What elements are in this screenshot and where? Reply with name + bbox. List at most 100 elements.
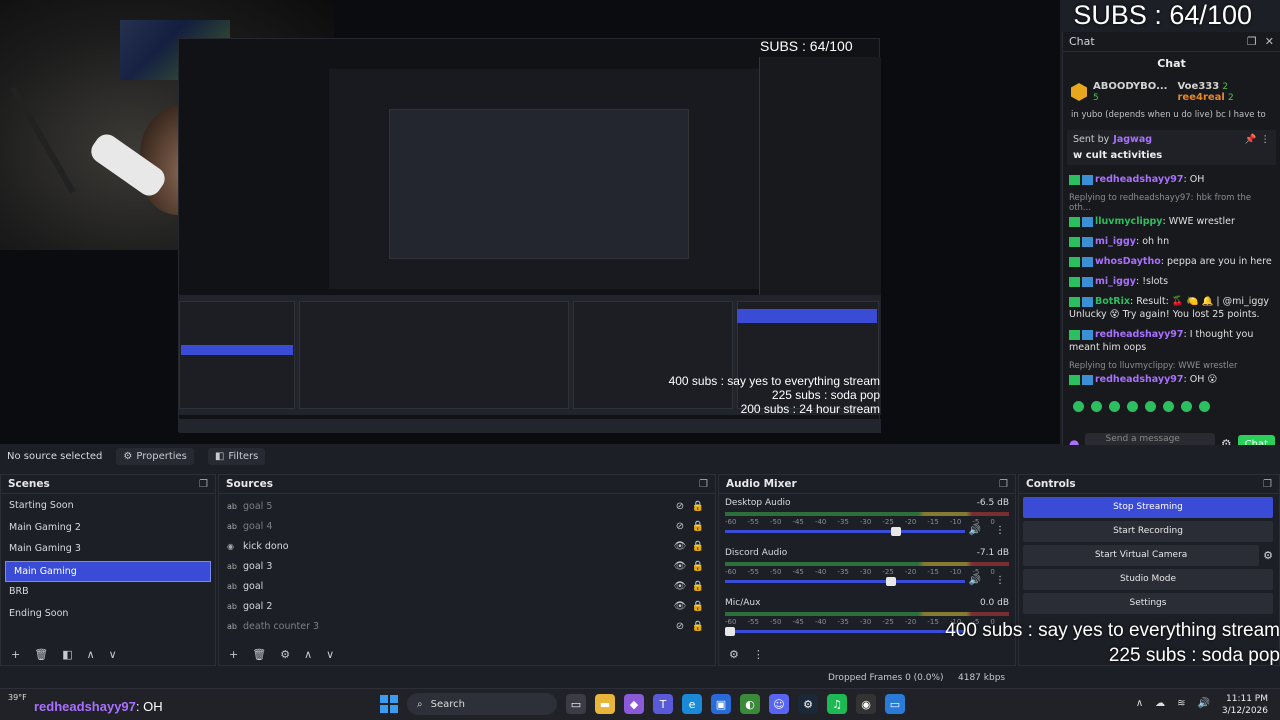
- taskbar-search[interactable]: ⌕ Search: [407, 693, 557, 715]
- scene-item[interactable]: Starting Soon: [1, 496, 215, 518]
- slider-knob[interactable]: [890, 527, 901, 536]
- teams-icon[interactable]: T: [653, 694, 673, 714]
- eye-icon[interactable]: 👁: [671, 561, 689, 572]
- store-icon[interactable]: ▣: [711, 694, 731, 714]
- eye-icon[interactable]: 👁: [671, 601, 689, 612]
- lock-icon[interactable]: 🔒: [689, 501, 707, 512]
- chat-username[interactable]: BotRix: [1095, 296, 1130, 307]
- steam-icon[interactable]: ⚙: [798, 694, 818, 714]
- source-item[interactable]: ab goal 4 ⊘ 🔒: [219, 516, 715, 536]
- emote[interactable]: [1181, 401, 1192, 412]
- copilot-icon[interactable]: ◆: [624, 694, 644, 714]
- chat-username[interactable]: lluvmyclippy: [1095, 216, 1163, 227]
- lock-icon[interactable]: 🔒: [689, 621, 707, 632]
- gear-icon[interactable]: ⚙: [1263, 549, 1273, 562]
- chat-username[interactable]: mi_iggy: [1095, 276, 1136, 287]
- more-icon[interactable]: ⋮: [995, 575, 1005, 586]
- trash-icon[interactable]: 🗑: [252, 648, 266, 661]
- gear-icon[interactable]: ⚙: [280, 648, 290, 661]
- volume-slider[interactable]: [725, 577, 965, 586]
- pinned-message[interactable]: Sent by Jagwag 📌 ⋮ w cult activities: [1067, 130, 1276, 165]
- windows-icon[interactable]: [380, 695, 398, 713]
- file-icon[interactable]: ▭: [566, 694, 586, 714]
- eye-hidden-icon[interactable]: ⊘: [671, 501, 689, 512]
- emote[interactable]: [1145, 401, 1156, 412]
- float-icon[interactable]: ❐: [699, 479, 708, 490]
- obs-icon[interactable]: ◉: [856, 694, 876, 714]
- lock-icon[interactable]: 🔒: [689, 601, 707, 612]
- speaker-icon[interactable]: 🔊: [969, 525, 981, 536]
- source-item[interactable]: ab goal 👁 🔒: [219, 576, 715, 596]
- settings-button[interactable]: Settings: [1023, 593, 1273, 614]
- start-virtual-camera-button[interactable]: Start Virtual Camera: [1023, 545, 1260, 566]
- app-icon[interactable]: ◐: [740, 694, 760, 714]
- properties-button[interactable]: ⚙ Properties: [116, 448, 194, 465]
- lock-icon[interactable]: 🔒: [689, 521, 707, 532]
- plus-icon[interactable]: +: [229, 648, 238, 661]
- folder-icon[interactable]: ▬: [595, 694, 615, 714]
- float-icon[interactable]: ❐: [1247, 35, 1257, 48]
- source-item[interactable]: ab goal 3 👁 🔒: [219, 556, 715, 576]
- weather-widget[interactable]: 39°F: [8, 693, 27, 702]
- chevron-up-icon[interactable]: ∧: [87, 648, 95, 661]
- cloud-icon[interactable]: ☁: [1155, 698, 1165, 709]
- chat-username[interactable]: mi_iggy: [1095, 236, 1136, 247]
- plus-icon[interactable]: +: [11, 648, 20, 661]
- scene-item[interactable]: BRB: [1, 582, 215, 604]
- chevron-up-icon[interactable]: ∧: [1136, 698, 1143, 709]
- leader-1[interactable]: ABOODYBO... 5: [1093, 81, 1167, 103]
- emote[interactable]: [1091, 401, 1102, 412]
- discord-icon[interactable]: ☺: [769, 694, 789, 714]
- emote[interactable]: [1127, 401, 1138, 412]
- spotify-icon[interactable]: ♫: [827, 694, 847, 714]
- filters-button[interactable]: ◧ Filters: [207, 448, 266, 465]
- gear-icon[interactable]: ⚙: [729, 648, 739, 661]
- eye-hidden-icon[interactable]: ⊘: [671, 621, 689, 632]
- lock-icon[interactable]: 🔒: [689, 541, 707, 552]
- pin-icon[interactable]: 📌: [1245, 134, 1257, 145]
- chevron-down-icon[interactable]: ∨: [109, 648, 117, 661]
- window-icon[interactable]: ▭: [885, 694, 905, 714]
- speaker-icon[interactable]: 🔊: [1198, 698, 1210, 709]
- studio-mode-button[interactable]: Studio Mode: [1023, 569, 1273, 590]
- source-item[interactable]: ab death counter 3 ⊘ 🔒: [219, 616, 715, 636]
- eye-icon[interactable]: 👁: [671, 541, 689, 552]
- chevron-up-icon[interactable]: ∧: [304, 648, 312, 661]
- slider-knob[interactable]: [725, 627, 735, 636]
- scene-item[interactable]: Main Gaming: [5, 560, 211, 582]
- filter-icon[interactable]: ◧: [62, 648, 72, 661]
- emote[interactable]: [1163, 401, 1174, 412]
- source-item[interactable]: ◉ kick dono 👁 🔒: [219, 536, 715, 556]
- eye-icon[interactable]: 👁: [671, 581, 689, 592]
- clock[interactable]: 11:11 PM 3/12/2026: [1222, 693, 1268, 717]
- source-item[interactable]: ab goal 5 ⊘ 🔒: [219, 496, 715, 516]
- wifi-icon[interactable]: ≋: [1177, 698, 1185, 709]
- float-icon[interactable]: ❐: [199, 479, 208, 490]
- speaker-icon[interactable]: 🔊: [969, 575, 981, 586]
- close-icon[interactable]: ✕: [1265, 35, 1274, 48]
- more-icon[interactable]: ⋮: [995, 525, 1005, 536]
- eye-hidden-icon[interactable]: ⊘: [671, 521, 689, 532]
- trash-icon[interactable]: 🗑: [34, 648, 48, 661]
- float-icon[interactable]: ❐: [1263, 479, 1272, 490]
- lock-icon[interactable]: 🔒: [689, 561, 707, 572]
- stop-streaming-button[interactable]: Stop Streaming: [1023, 497, 1273, 518]
- leader-others[interactable]: Voe333 2 ree4real 2: [1177, 81, 1233, 103]
- chat-username[interactable]: whosDaytho: [1095, 256, 1161, 267]
- float-icon[interactable]: ❐: [999, 479, 1008, 490]
- scene-item[interactable]: Main Gaming 2: [1, 518, 215, 540]
- lock-icon[interactable]: 🔒: [689, 581, 707, 592]
- emote[interactable]: [1073, 401, 1084, 412]
- slider-knob[interactable]: [886, 577, 896, 586]
- edge-icon[interactable]: e: [682, 694, 702, 714]
- scene-item[interactable]: Main Gaming 3: [1, 539, 215, 561]
- source-item[interactable]: ab goal 2 👁 🔒: [219, 596, 715, 616]
- volume-slider[interactable]: [725, 527, 965, 536]
- chat-username[interactable]: redheadshayy97: [1095, 374, 1184, 385]
- start-recording-button[interactable]: Start Recording: [1023, 521, 1273, 542]
- chevron-down-icon[interactable]: ∨: [326, 648, 334, 661]
- more-icon[interactable]: ⋮: [1261, 134, 1271, 145]
- emote[interactable]: [1199, 401, 1210, 412]
- scene-item[interactable]: Ending Soon: [1, 604, 215, 626]
- more-icon[interactable]: ⋮: [753, 648, 764, 661]
